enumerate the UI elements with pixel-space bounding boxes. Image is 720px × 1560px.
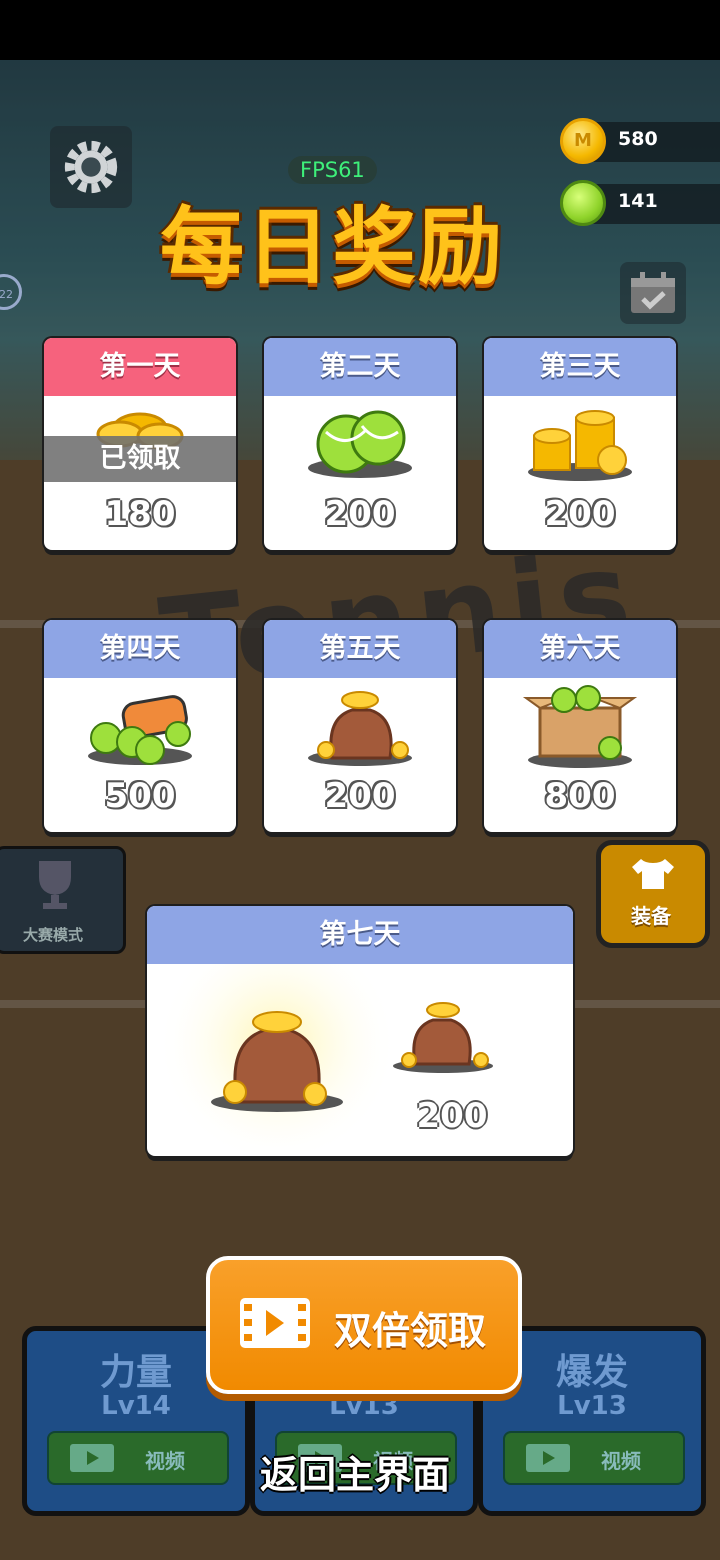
day-card-3[interactable]: 第三天 200 xyxy=(484,338,676,550)
gear-icon xyxy=(64,140,118,194)
equip-button[interactable]: 装备 xyxy=(596,840,710,948)
video-icon xyxy=(70,1444,114,1472)
day-card-amount: 180 xyxy=(104,494,176,534)
upgrade-level: Lv13 xyxy=(557,1391,627,1421)
day-card-6[interactable]: 第六天 800 xyxy=(484,620,676,832)
day-card-4[interactable]: 第四天 500 xyxy=(44,620,236,832)
tennis-balls-icon xyxy=(308,410,412,478)
day-card-amount: 200 xyxy=(416,1096,488,1136)
video-ad-icon xyxy=(240,1298,310,1348)
upgrade-video-button[interactable]: 视频 xyxy=(47,1431,229,1485)
return-main-button[interactable]: 返回主界面 xyxy=(260,1444,450,1499)
double-claim-label: 双倍领取 xyxy=(334,1309,487,1353)
ball-counter: 141 xyxy=(560,180,720,226)
day-card-7[interactable]: 第七天 200 xyxy=(147,906,573,1156)
coin-counter: M 580 xyxy=(560,118,720,164)
trophy-icon xyxy=(39,861,71,909)
day-card-5[interactable]: 第五天 200 xyxy=(264,620,456,832)
upgrade-level: Lv13 xyxy=(329,1391,399,1421)
coin-stack-icon xyxy=(528,410,632,481)
tournament-mode-label: 大赛模式 xyxy=(23,926,84,944)
day-card-amount: 200 xyxy=(324,494,396,534)
tournament-mode-button[interactable]: 大赛模式 xyxy=(0,846,126,954)
coin-icon: M xyxy=(560,118,606,164)
upgrade-video-button[interactable]: 视频 xyxy=(503,1431,685,1485)
coin-amount: 580 xyxy=(618,128,658,150)
calendar-button[interactable] xyxy=(620,262,686,324)
video-label: 视频 xyxy=(145,1449,185,1473)
tennis-ball-icon xyxy=(560,180,606,226)
status-bar xyxy=(0,0,720,60)
day-card-1[interactable]: 第一天 已领取 180 xyxy=(44,338,236,550)
day-card-amount: 800 xyxy=(544,776,616,816)
claimed-badge: 已领取 xyxy=(44,436,236,482)
settings-button[interactable] xyxy=(50,126,132,208)
page-title: 每日奖励 xyxy=(160,198,505,296)
big-coin-bag-icon xyxy=(157,964,493,1156)
day-card-2[interactable]: 第二天 200 xyxy=(264,338,456,550)
equip-label: 装备 xyxy=(631,904,671,928)
day-card-header: 第四天 xyxy=(44,620,236,678)
video-icon xyxy=(526,1444,570,1472)
ball-amount: 141 xyxy=(618,190,658,212)
day-card-amount: 500 xyxy=(104,776,176,816)
day-card-amount: 200 xyxy=(544,494,616,534)
double-claim-button[interactable]: 双倍领取 xyxy=(206,1256,522,1394)
day-card-header: 第一天 xyxy=(44,338,236,396)
calendar-check-icon xyxy=(631,272,675,313)
upgrade-level: Lv14 xyxy=(101,1391,171,1421)
day-card-header: 第七天 xyxy=(147,906,573,964)
coin-bag-icon xyxy=(308,691,412,766)
day-card-header: 第三天 xyxy=(484,338,676,396)
day-card-amount: 200 xyxy=(324,776,396,816)
day-card-header: 第五天 xyxy=(264,620,456,678)
ball-box-icon xyxy=(522,685,638,768)
video-label: 视频 xyxy=(601,1449,641,1473)
ball-tube-icon xyxy=(88,695,192,765)
day-card-header: 第六天 xyxy=(484,620,676,678)
day-card-header: 第二天 xyxy=(264,338,456,396)
shirt-icon xyxy=(632,859,674,889)
